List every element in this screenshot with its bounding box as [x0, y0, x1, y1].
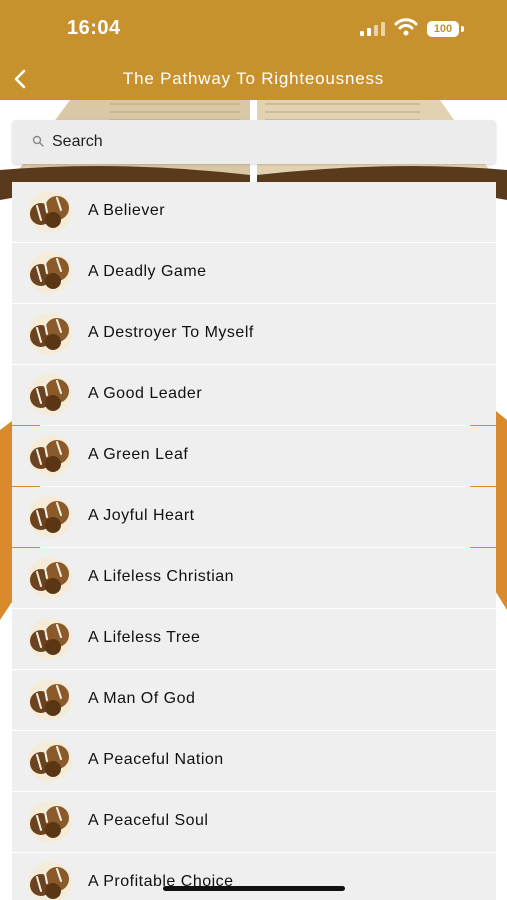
navigation-bar: The Pathway To Righteousness	[0, 58, 507, 100]
list-item-label: A Green Leaf	[88, 446, 189, 463]
list-item-label: A Man Of God	[88, 690, 196, 707]
list-item[interactable]: A Peaceful Soul	[12, 792, 496, 852]
topic-thumbnail-icon	[27, 495, 73, 539]
list-item-label: A Peaceful Soul	[88, 812, 209, 829]
cellular-signal-icon	[360, 22, 385, 36]
topic-thumbnail-icon	[27, 617, 73, 661]
topic-thumbnail-icon	[27, 190, 73, 234]
topic-thumbnail-icon	[27, 312, 73, 356]
topic-thumbnail-icon	[27, 373, 73, 417]
list-item[interactable]: A Joyful Heart	[12, 487, 496, 547]
list-item-label: A Lifeless Tree	[88, 629, 201, 646]
wifi-icon	[394, 18, 418, 36]
chevron-left-icon[interactable]	[8, 64, 38, 94]
search-input[interactable]	[52, 130, 472, 154]
list-item-label: A Deadly Game	[88, 263, 207, 280]
list-item-label: A Joyful Heart	[88, 507, 195, 524]
home-indicator	[163, 886, 345, 891]
list-item[interactable]: A Believer	[12, 182, 496, 242]
list-item[interactable]: A Lifeless Tree	[12, 609, 496, 669]
battery-indicator: 100	[427, 21, 459, 37]
list-item-label: A Destroyer To Myself	[88, 324, 254, 341]
list-item[interactable]: A Profitable Choice	[12, 853, 496, 900]
list-item-label: A Peaceful Nation	[88, 751, 224, 768]
status-bar: 16:04 100	[0, 0, 507, 58]
topic-thumbnail-icon	[27, 861, 73, 900]
search-bar[interactable]	[12, 120, 496, 164]
topic-thumbnail-icon	[27, 556, 73, 600]
list-item[interactable]: A Deadly Game	[12, 243, 496, 303]
topic-thumbnail-icon	[27, 251, 73, 295]
list-item[interactable]: A Lifeless Christian	[12, 548, 496, 608]
list-item-label: A Lifeless Christian	[88, 568, 235, 585]
battery-tip	[461, 26, 464, 32]
status-time: 16:04	[67, 17, 121, 39]
list-item-label: A Believer	[88, 202, 166, 219]
list-item[interactable]: A Good Leader	[12, 365, 496, 425]
topic-thumbnail-icon	[27, 678, 73, 722]
list-item[interactable]: A Green Leaf	[12, 426, 496, 486]
topic-thumbnail-icon	[27, 800, 73, 844]
topic-thumbnail-icon	[27, 739, 73, 783]
topic-list: A Believer A Deadly Game A Destroyer To My…	[12, 182, 496, 900]
list-item[interactable]: A Destroyer To Myself	[12, 304, 496, 364]
list-item[interactable]: A Man Of God	[12, 670, 496, 730]
search-icon	[32, 135, 44, 147]
list-item[interactable]: A Peaceful Nation	[12, 731, 496, 791]
list-item-label: A Good Leader	[88, 385, 203, 402]
topic-thumbnail-icon	[27, 434, 73, 478]
page-title: The Pathway To Righteousness	[122, 69, 385, 88]
